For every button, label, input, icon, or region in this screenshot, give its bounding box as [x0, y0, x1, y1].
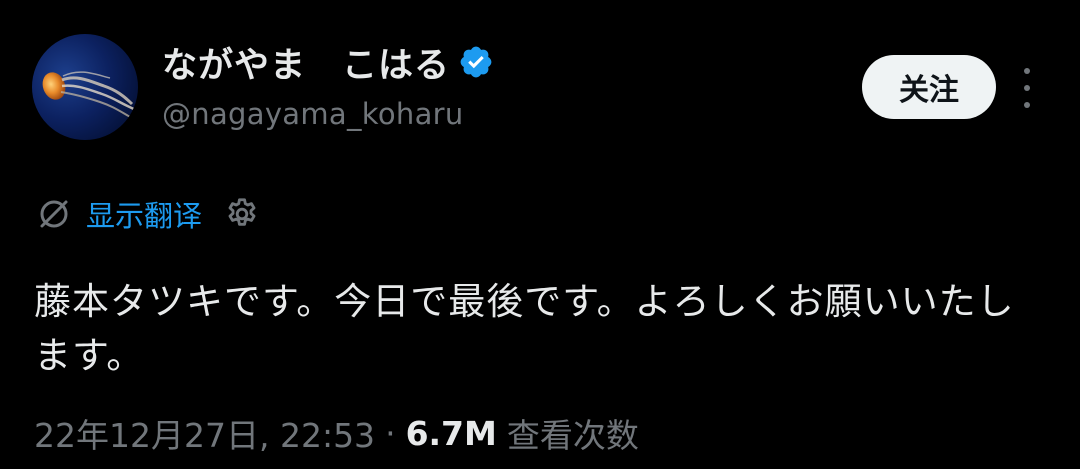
- meta-separator: ·: [385, 413, 396, 453]
- view-count-label: 查看次数: [506, 416, 639, 455]
- follow-button[interactable]: 关注: [862, 55, 996, 119]
- view-count: 6.7M: [405, 413, 497, 453]
- translate-off-icon: [40, 200, 68, 228]
- gear-icon[interactable]: [224, 196, 260, 232]
- tweet-text: 藤本タツキです。今日で最後です。よろしくお願いいたします。: [34, 280, 1015, 377]
- display-name[interactable]: ながやま こはる: [162, 37, 450, 88]
- tweet-meta: 22年12月27日, 22:53 · 6.7M 查看次数: [34, 410, 639, 456]
- author-handle[interactable]: @nagayama_koharu: [162, 97, 464, 131]
- show-translation-link[interactable]: 显示翻译: [86, 193, 202, 235]
- translate-row: 显示翻译: [36, 194, 260, 234]
- avatar[interactable]: [32, 34, 138, 140]
- author-name-row[interactable]: ながやま こはる: [162, 38, 494, 86]
- verified-badge-icon[interactable]: [458, 44, 494, 80]
- jellyfish-avatar-image: [42, 71, 137, 119]
- more-vertical-icon[interactable]: [1014, 68, 1040, 108]
- tweet-timestamp[interactable]: 22年12月27日, 22:53: [34, 409, 375, 457]
